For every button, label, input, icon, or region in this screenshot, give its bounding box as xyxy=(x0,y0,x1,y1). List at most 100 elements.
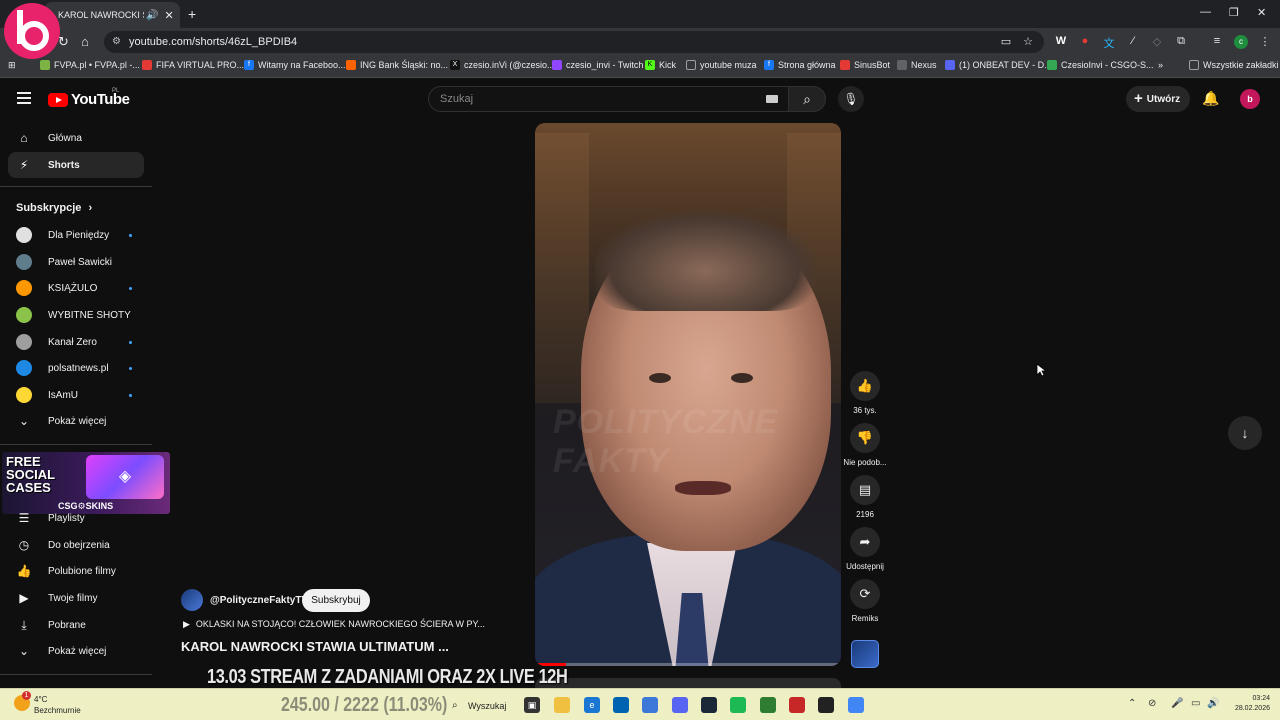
comments-button[interactable]: ▤ 2196 xyxy=(848,475,882,519)
close-tab-icon[interactable]: ✕ xyxy=(164,9,173,22)
short-title[interactable]: KAROL NAWROCKI STAWIA ULTIMATUM ... xyxy=(181,639,449,654)
game-app-icon[interactable] xyxy=(789,697,805,713)
sidebar-item-home[interactable]: ⌂ Główna xyxy=(8,125,144,151)
create-label: Utwórz xyxy=(1146,94,1181,105)
like-button[interactable]: 👍 36 tys. xyxy=(848,371,882,415)
share-button[interactable]: ➦ Udostępnij xyxy=(846,527,884,571)
steam-icon[interactable] xyxy=(701,697,717,713)
sidebar-item-playlists[interactable]: ☰ Playlisty xyxy=(8,505,144,531)
next-short-button[interactable]: ↓ xyxy=(1228,416,1262,450)
weather-widget[interactable]: 4°C Bezchmurnie xyxy=(34,694,81,716)
sidebar-item-liked[interactable]: 👍 Polubione filmy xyxy=(8,558,144,584)
sidebar-item-shorts[interactable]: ⚡ Shorts xyxy=(8,152,144,178)
taskbar-search[interactable]: ⌕ Wyszukaj xyxy=(448,696,506,716)
obs-icon[interactable] xyxy=(818,697,834,713)
terminal-icon[interactable] xyxy=(760,697,776,713)
subscriptions-heading[interactable]: Subskrypcje › xyxy=(16,202,92,214)
bookmark-strona-glowna[interactable]: f Strona główna xyxy=(764,60,836,70)
media-control-icon[interactable]: ≡ xyxy=(1210,35,1224,47)
bookmark-x[interactable]: Xczesio.inVi (@czesio... xyxy=(450,60,555,70)
keyboard-icon[interactable] xyxy=(766,95,778,103)
youtube-logo[interactable]: YouTube PL xyxy=(48,88,130,108)
sidebar-sub-ksiazulo[interactable]: KSIĄŻULO xyxy=(8,275,144,301)
sidebar-sub-isamu[interactable]: IsAmU xyxy=(8,382,144,408)
related-video-link[interactable]: ▶ OKLASKI NA STOJĄCO! CZŁOWIEK NAWROCKIEG… xyxy=(183,619,485,630)
extensions-puzzle-icon[interactable]: ⧉ xyxy=(1174,35,1188,48)
bookmark-fifa[interactable]: FIFA VIRTUAL PRO... xyxy=(142,60,244,70)
bookmark-sinusbot[interactable]: SinusBot xyxy=(840,60,890,70)
sidebar-item-watch-later[interactable]: ◷ Do obejrzenia xyxy=(8,532,144,558)
playlist-icon: ☰ xyxy=(18,511,30,525)
sidebar-sub-dla-pieniedzy[interactable]: Dla Pieniędzy xyxy=(8,222,144,248)
remix-button[interactable]: ⟳ Remiks xyxy=(848,579,882,623)
sidebar-item-downloads[interactable]: ⤓ Pobrane xyxy=(8,612,144,638)
site-info-icon[interactable]: ⚙ xyxy=(112,31,121,53)
dislike-button[interactable]: 👎 Nie podob... xyxy=(843,423,887,467)
sound-thumbnail[interactable] xyxy=(851,640,879,668)
windows-taskbar: 1 4°C Bezchmurnie xyxy=(0,688,1280,720)
microphone-tray-icon[interactable]: 🎤 xyxy=(1171,698,1183,709)
search-input[interactable]: Szukaj xyxy=(428,86,788,112)
extension-translate-icon[interactable]: 文 xyxy=(1102,35,1116,51)
search-button[interactable]: ⌕ xyxy=(788,86,826,112)
extension-red-icon[interactable]: ● xyxy=(1078,35,1092,47)
app-icon[interactable] xyxy=(642,697,658,713)
file-explorer-icon[interactable] xyxy=(554,697,570,713)
display-icon[interactable]: ▭ xyxy=(1191,698,1200,709)
spotify-icon[interactable] xyxy=(730,697,746,713)
chrome-icon[interactable] xyxy=(848,697,864,713)
subscribe-button[interactable]: Subskrybuj xyxy=(302,589,370,612)
menu-icon[interactable] xyxy=(17,92,31,104)
short-video-player[interactable]: POLITYCZNE FAKTY xyxy=(535,123,841,666)
edge-icon[interactable]: e xyxy=(584,697,600,713)
discord-icon[interactable] xyxy=(672,697,688,713)
speaker-icon[interactable]: 🔊 xyxy=(146,10,158,21)
more-bookmarks-icon[interactable]: » xyxy=(1158,60,1163,70)
bookmark-onbeat[interactable]: (1) ONBEAT DEV - D... xyxy=(945,60,1052,70)
sidebar-sub-pawel-sawicki[interactable]: Paweł Sawicki xyxy=(8,249,144,275)
user-avatar[interactable]: b xyxy=(1240,89,1260,109)
channel-name[interactable]: @PolityczneFaktyTV xyxy=(210,595,308,606)
cast-icon[interactable]: ▭ xyxy=(999,35,1013,48)
sidebar-sub-wybitne-shoty[interactable]: WYBITNE SHOTY xyxy=(8,302,144,328)
close-window-button[interactable]: ✕ xyxy=(1257,6,1266,19)
address-bar[interactable]: ⚙ youtube.com/shorts/46zL_BPDIB4 xyxy=(104,31,1044,53)
sidebar-sub-kanal-zero[interactable]: Kanał Zero xyxy=(8,329,144,355)
bookmark-kick[interactable]: K Kick xyxy=(645,60,676,70)
channel-avatar[interactable] xyxy=(181,589,203,611)
create-button[interactable]: + Utwórz xyxy=(1126,86,1190,112)
video-progress-bar[interactable] xyxy=(535,663,841,666)
maximize-button[interactable]: ❐ xyxy=(1229,6,1239,19)
bookmark-star-icon[interactable]: ☆ xyxy=(1021,35,1035,48)
new-tab-button[interactable]: + xyxy=(188,6,196,22)
extension-w-icon[interactable]: W xyxy=(1054,35,1068,47)
tray-chevron-icon[interactable]: ⌃ xyxy=(1128,698,1136,709)
voice-search-button[interactable]: 🎙 xyxy=(838,86,864,112)
sidebar-show-more-subs[interactable]: ⌄ Pokaż więcej xyxy=(8,408,144,434)
browser-tab[interactable]: KAROL NAWROCKI STAWIA 🔊 ✕ xyxy=(44,2,180,28)
minimize-button[interactable]: — xyxy=(1200,6,1211,18)
bookmark-twitch[interactable]: czesio_invi - Twitch xyxy=(552,60,643,70)
store-icon[interactable] xyxy=(613,697,629,713)
thumbs-up-icon: 👍 xyxy=(16,564,32,578)
plus-icon: + xyxy=(1134,90,1143,107)
browser-menu-icon[interactable]: ⋮ xyxy=(1258,35,1272,48)
extension-slash-icon[interactable]: ⁄ xyxy=(1126,35,1140,47)
bookmark-ing[interactable]: ING Bank Śląski: no... xyxy=(346,60,448,70)
all-bookmarks[interactable]: Wszystkie zakładki xyxy=(1189,60,1279,70)
browser-profile-avatar[interactable]: c xyxy=(1234,35,1248,49)
sidebar-sub-polsatnews[interactable]: polsatnews.pl xyxy=(8,355,144,381)
task-view-icon[interactable]: ▣ xyxy=(524,697,540,713)
system-clock[interactable]: 03:24 28.02.2026 xyxy=(1228,694,1270,714)
volume-icon[interactable]: 🔊 xyxy=(1207,698,1219,709)
home-button-icon[interactable]: ⌂ xyxy=(81,34,89,49)
extension-grey-icon[interactable]: ◇ xyxy=(1150,35,1164,48)
bookmark-csgo[interactable]: CzesioInvi - CSGO-S... xyxy=(1047,60,1154,70)
sidebar-show-more-you[interactable]: ⌄ Pokaż więcej xyxy=(8,638,144,664)
network-icon[interactable]: ⊘ xyxy=(1148,698,1156,709)
notifications-bell-icon[interactable]: 🔔 xyxy=(1202,90,1219,107)
bookmark-nexus[interactable]: Nexus xyxy=(897,60,937,70)
bookmark-facebook[interactable]: f Witamy na Faceboo... xyxy=(244,60,346,70)
bookmark-youtube-muza[interactable]: youtube muza xyxy=(686,60,757,70)
sidebar-item-your-videos[interactable]: ▶ Twoje filmy xyxy=(8,585,144,611)
